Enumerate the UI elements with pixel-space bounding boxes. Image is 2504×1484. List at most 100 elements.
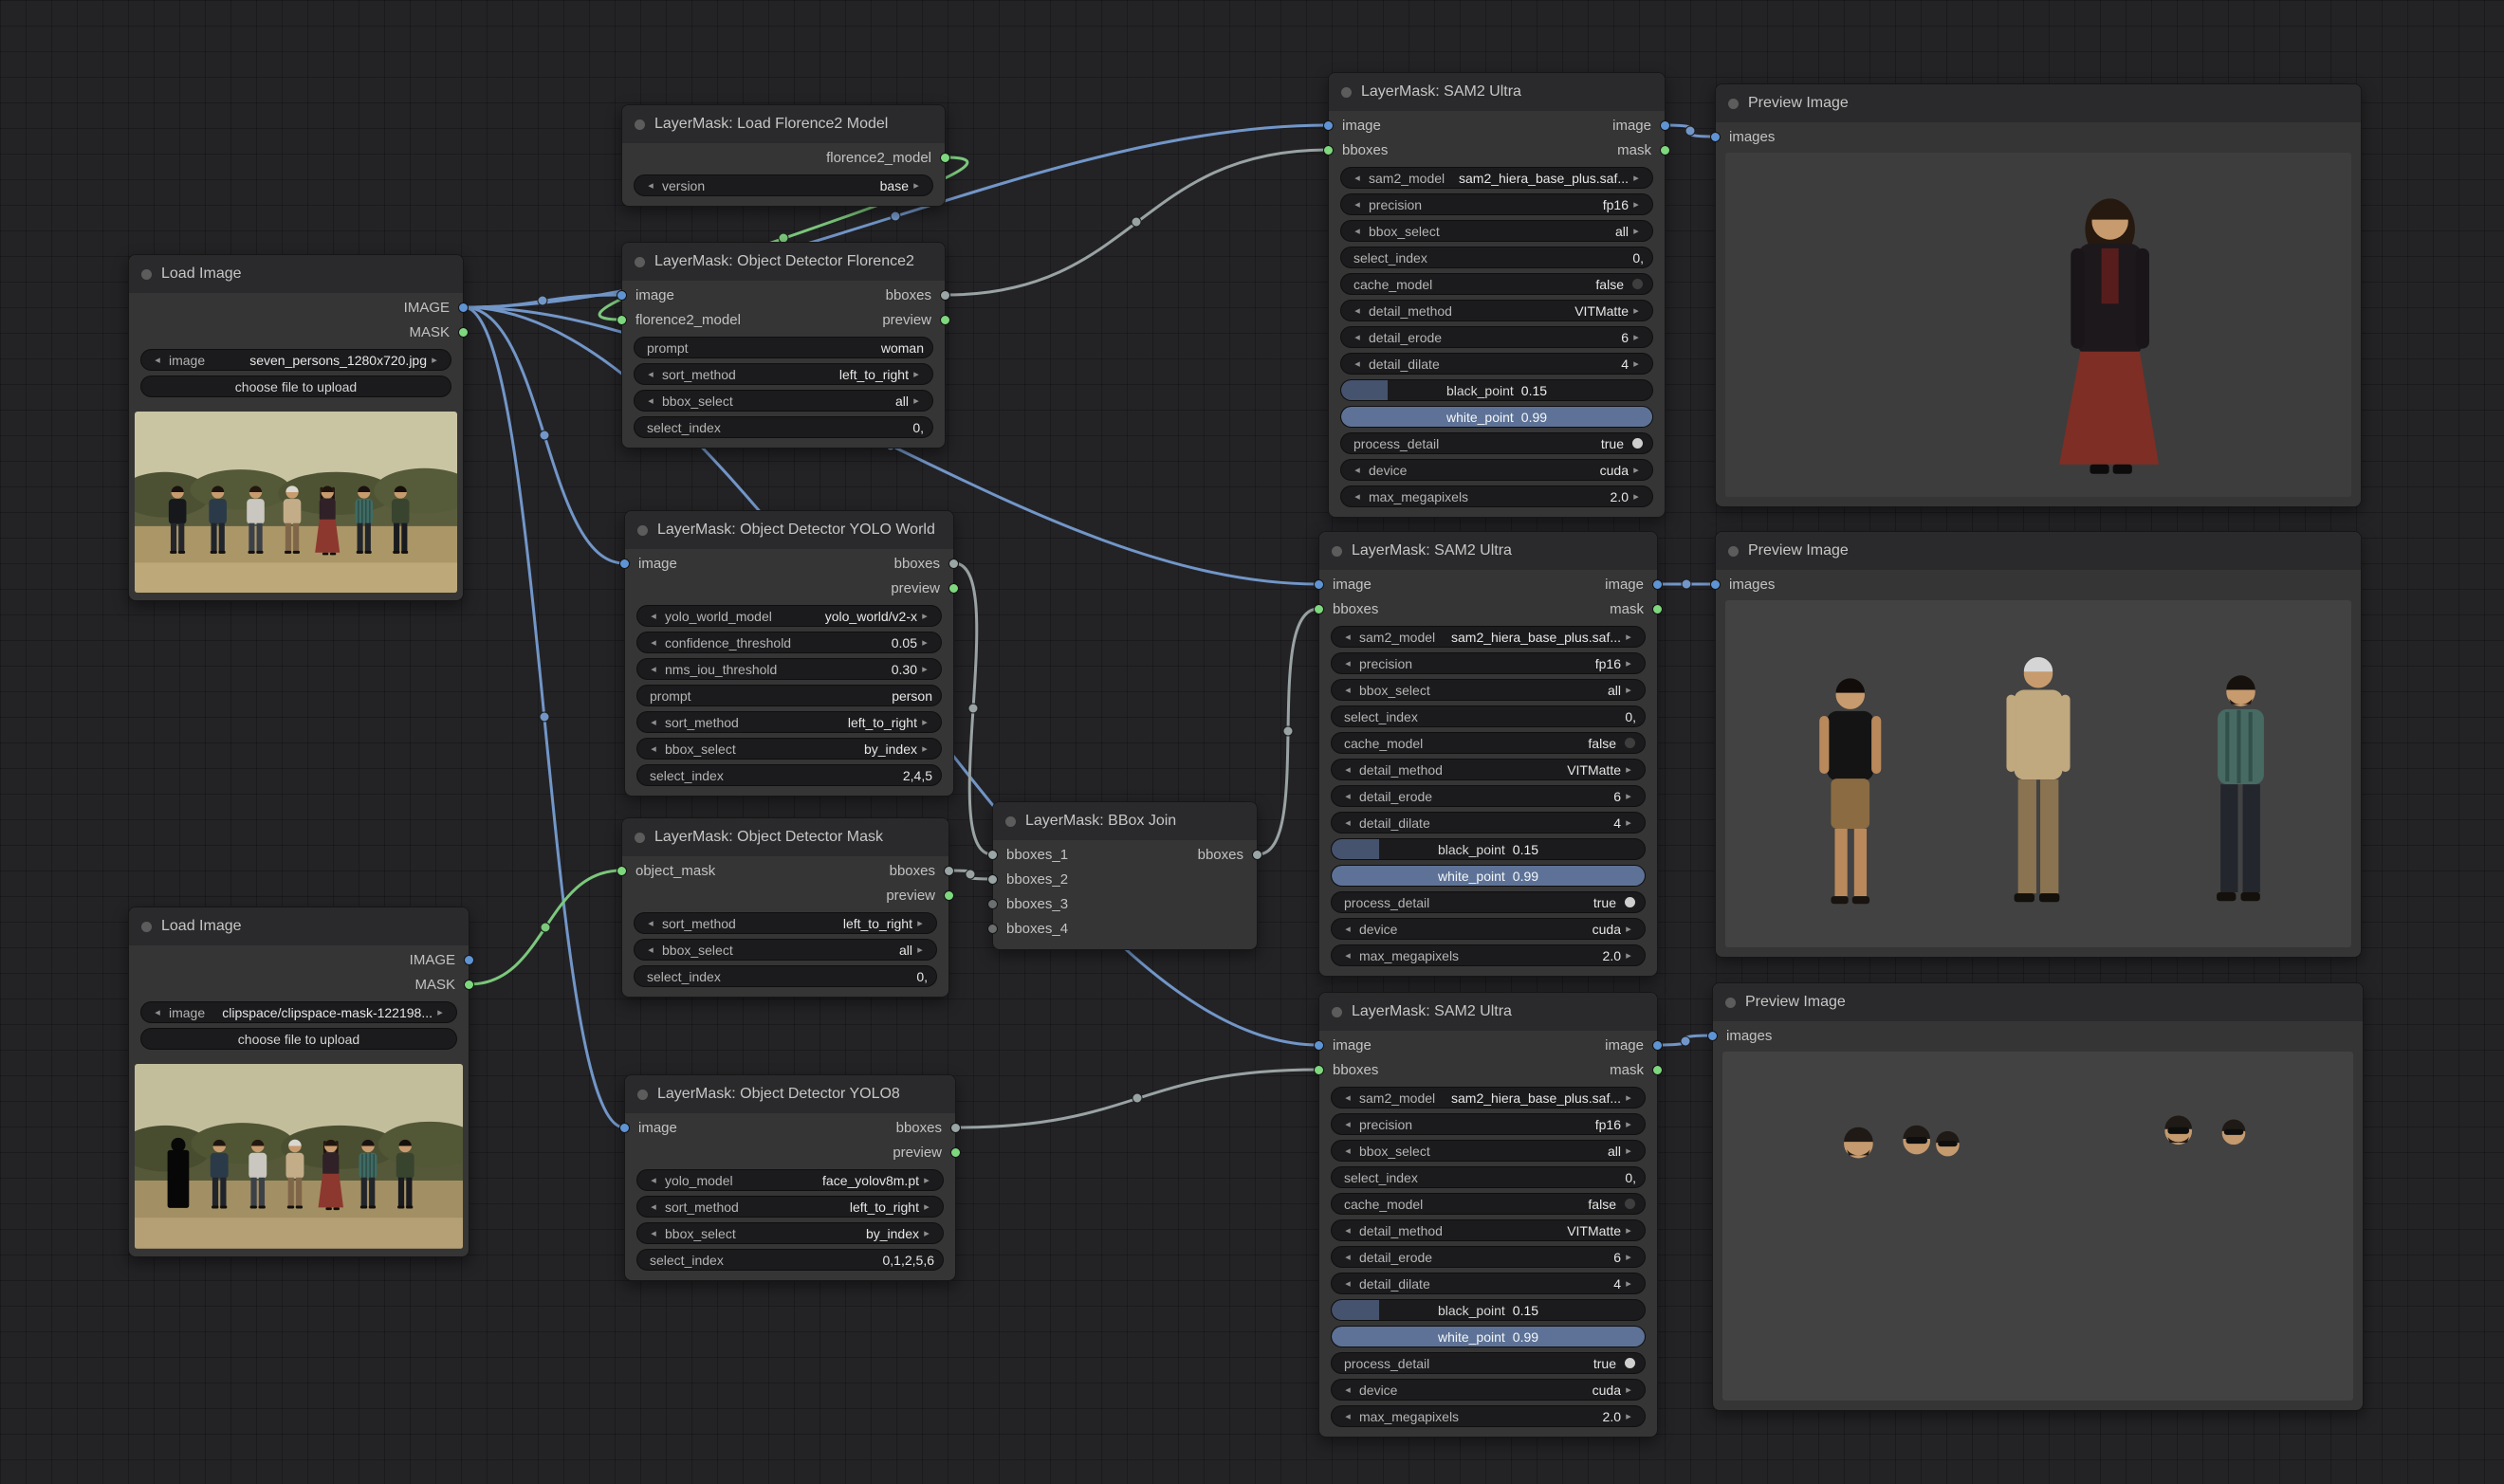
arrow-right-icon[interactable]: ▸	[1621, 949, 1636, 962]
toggle-off-icon[interactable]	[1624, 1198, 1636, 1210]
node-sam2-ultra-1[interactable]: LayerMask: SAM2 Ultra image image bboxes…	[1328, 72, 1666, 518]
widget-detail-dilate[interactable]: ◂detail_dilate4▸	[1331, 1273, 1646, 1294]
output-dot-bboxes[interactable]	[948, 559, 959, 569]
widget-cache-model[interactable]: cache_modelfalse	[1331, 732, 1646, 754]
arrow-right-icon[interactable]: ▸	[919, 1200, 934, 1213]
arrow-left-icon[interactable]: ◂	[1340, 631, 1355, 643]
widget-bbox-select[interactable]: ◂bbox_selectall▸	[1331, 1140, 1646, 1162]
arrow-right-icon[interactable]: ▸	[1629, 490, 1644, 503]
link-midpoint-dot[interactable]	[966, 870, 975, 879]
input-dot-bboxes-1[interactable]	[987, 850, 998, 860]
arrow-right-icon[interactable]: ▸	[919, 1174, 934, 1186]
widget-nms-iou-threshold[interactable]: ◂ nms_iou_threshold 0.30 ▸	[636, 658, 942, 680]
output-dot-image[interactable]	[1652, 1040, 1663, 1051]
node-titlebar[interactable]: Load Image	[129, 907, 469, 945]
arrow-right-icon[interactable]: ▸	[1621, 1251, 1636, 1263]
output-dot-preview[interactable]	[940, 315, 950, 325]
link-midpoint-dot[interactable]	[891, 211, 900, 221]
toggle-on-icon[interactable]	[1624, 896, 1636, 908]
widget-black-point-slider[interactable]: black_point0.15	[1331, 838, 1646, 860]
widget-detail-erode[interactable]: ◂detail_erode6▸	[1331, 1246, 1646, 1268]
widget-max-megapixels[interactable]: ◂max_megapixels2.0▸	[1331, 1405, 1646, 1427]
arrow-left-icon[interactable]: ◂	[1340, 1224, 1355, 1237]
widget-precision[interactable]: ◂precisionfp16▸	[1340, 193, 1653, 215]
node-object-detector-mask[interactable]: LayerMask: Object Detector Mask object_m…	[621, 817, 949, 998]
node-titlebar[interactable]: LayerMask: Object Detector YOLO8	[625, 1075, 955, 1113]
arrow-left-icon[interactable]: ◂	[646, 1174, 661, 1186]
input-dot-bboxes[interactable]	[1323, 145, 1334, 156]
arrow-right-icon[interactable]: ▸	[1629, 172, 1644, 184]
arrow-left-icon[interactable]: ◂	[150, 354, 165, 366]
widget-sort-method[interactable]: ◂ sort_method left_to_right ▸	[636, 1196, 944, 1218]
arrow-right-icon[interactable]: ▸	[1621, 1118, 1636, 1130]
link-midpoint-dot[interactable]	[540, 431, 549, 440]
widget-bbox-select[interactable]: ◂bbox_selectall▸	[1340, 220, 1653, 242]
arrow-left-icon[interactable]: ◂	[643, 917, 658, 929]
arrow-left-icon[interactable]: ◂	[643, 394, 658, 407]
input-dot-object-mask[interactable]	[617, 866, 627, 876]
output-dot-image[interactable]	[1660, 120, 1670, 131]
collapse-icon[interactable]	[635, 833, 645, 843]
widget-white-point-slider[interactable]: white_point0.99	[1331, 865, 1646, 887]
link-midpoint-dot[interactable]	[1132, 1093, 1142, 1103]
link-midpoint-dot[interactable]	[1132, 217, 1141, 227]
arrow-right-icon[interactable]: ▸	[919, 1227, 934, 1239]
widget-detail-dilate[interactable]: ◂detail_dilate4▸	[1331, 812, 1646, 834]
widget-sort-method[interactable]: ◂ sort_method left_to_right ▸	[634, 363, 933, 385]
widget-white-point-slider[interactable]: white_point0.99	[1331, 1326, 1646, 1347]
widget-detail-dilate[interactable]: ◂detail_dilate4▸	[1340, 353, 1653, 375]
collapse-icon[interactable]	[635, 119, 645, 130]
output-dot-mask[interactable]	[1660, 145, 1670, 156]
arrow-left-icon[interactable]: ◂	[646, 663, 661, 675]
widget-bbox-select[interactable]: ◂ bbox_select all ▸	[634, 390, 933, 412]
widget-select-index[interactable]: select_index 0,1,2,5,6	[636, 1249, 944, 1271]
arrow-right-icon[interactable]: ▸	[1621, 1091, 1636, 1104]
output-dot-bboxes[interactable]	[1252, 850, 1262, 860]
input-dot-bboxes[interactable]	[1314, 604, 1324, 614]
widget-image-file[interactable]: ◂ image clipspace/clipspace-mask-122198.…	[140, 1001, 457, 1023]
arrow-left-icon[interactable]: ◂	[643, 368, 658, 380]
widget-device[interactable]: ◂devicecuda▸	[1331, 918, 1646, 940]
node-titlebar[interactable]: Preview Image	[1716, 532, 2361, 570]
link-midpoint-dot[interactable]	[1685, 126, 1695, 136]
arrow-left-icon[interactable]: ◂	[646, 610, 661, 622]
link-midpoint-dot[interactable]	[538, 296, 547, 305]
widget-prompt[interactable]: prompt person	[636, 685, 942, 706]
link-midpoint-dot[interactable]	[1682, 579, 1691, 589]
output-dot-mask[interactable]	[464, 980, 474, 990]
node-load-florence2-model[interactable]: LayerMask: Load Florence2 Model florence…	[621, 104, 946, 207]
node-object-detector-yolo8[interactable]: LayerMask: Object Detector YOLO8 image b…	[624, 1074, 956, 1281]
arrow-right-icon[interactable]: ▸	[1629, 225, 1644, 237]
input-dot-bboxes-3[interactable]	[987, 899, 998, 909]
node-preview-image-2[interactable]: Preview Image images	[1715, 531, 2362, 958]
collapse-icon[interactable]	[1725, 998, 1736, 1008]
arrow-right-icon[interactable]: ▸	[1629, 198, 1644, 211]
collapse-icon[interactable]	[637, 1090, 648, 1100]
arrow-right-icon[interactable]: ▸	[1629, 464, 1644, 476]
widget-sam2-model[interactable]: ◂sam2_modelsam2_hiera_base_plus.saf...▸	[1331, 1087, 1646, 1108]
arrow-left-icon[interactable]: ◂	[1340, 1118, 1355, 1130]
input-dot-image[interactable]	[619, 559, 630, 569]
widget-precision[interactable]: ◂precisionfp16▸	[1331, 652, 1646, 674]
output-dot-florence2-model[interactable]	[940, 153, 950, 163]
widget-image-file[interactable]: ◂ image seven_persons_1280x720.jpg ▸	[140, 349, 451, 371]
link-midpoint-dot[interactable]	[541, 923, 550, 932]
widget-detail-method[interactable]: ◂detail_methodVITMatte▸	[1340, 300, 1653, 321]
widget-select-index[interactable]: select_index 0,	[634, 416, 933, 438]
arrow-right-icon[interactable]: ▸	[1621, 1224, 1636, 1237]
arrow-left-icon[interactable]: ◂	[1340, 1277, 1355, 1290]
widget-process-detail[interactable]: process_detailtrue	[1331, 1352, 1646, 1374]
arrow-left-icon[interactable]: ◂	[1340, 790, 1355, 802]
arrow-left-icon[interactable]: ◂	[646, 742, 661, 755]
widget-select-index[interactable]: select_index 0,	[634, 965, 937, 987]
widget-sam2-model[interactable]: ◂sam2_modelsam2_hiera_base_plus.saf...▸	[1331, 626, 1646, 648]
widget-sort-method[interactable]: ◂ sort_method left_to_right ▸	[634, 912, 937, 934]
arrow-left-icon[interactable]: ◂	[1340, 1091, 1355, 1104]
node-titlebar[interactable]: LayerMask: SAM2 Ultra	[1319, 993, 1657, 1031]
input-dot-image[interactable]	[619, 1123, 630, 1133]
arrow-right-icon[interactable]: ▸	[917, 716, 932, 728]
widget-detail-method[interactable]: ◂detail_methodVITMatte▸	[1331, 1219, 1646, 1241]
arrow-left-icon[interactable]: ◂	[1340, 816, 1355, 829]
input-dot-images[interactable]	[1710, 132, 1721, 142]
arrow-right-icon[interactable]: ▸	[1621, 684, 1636, 696]
